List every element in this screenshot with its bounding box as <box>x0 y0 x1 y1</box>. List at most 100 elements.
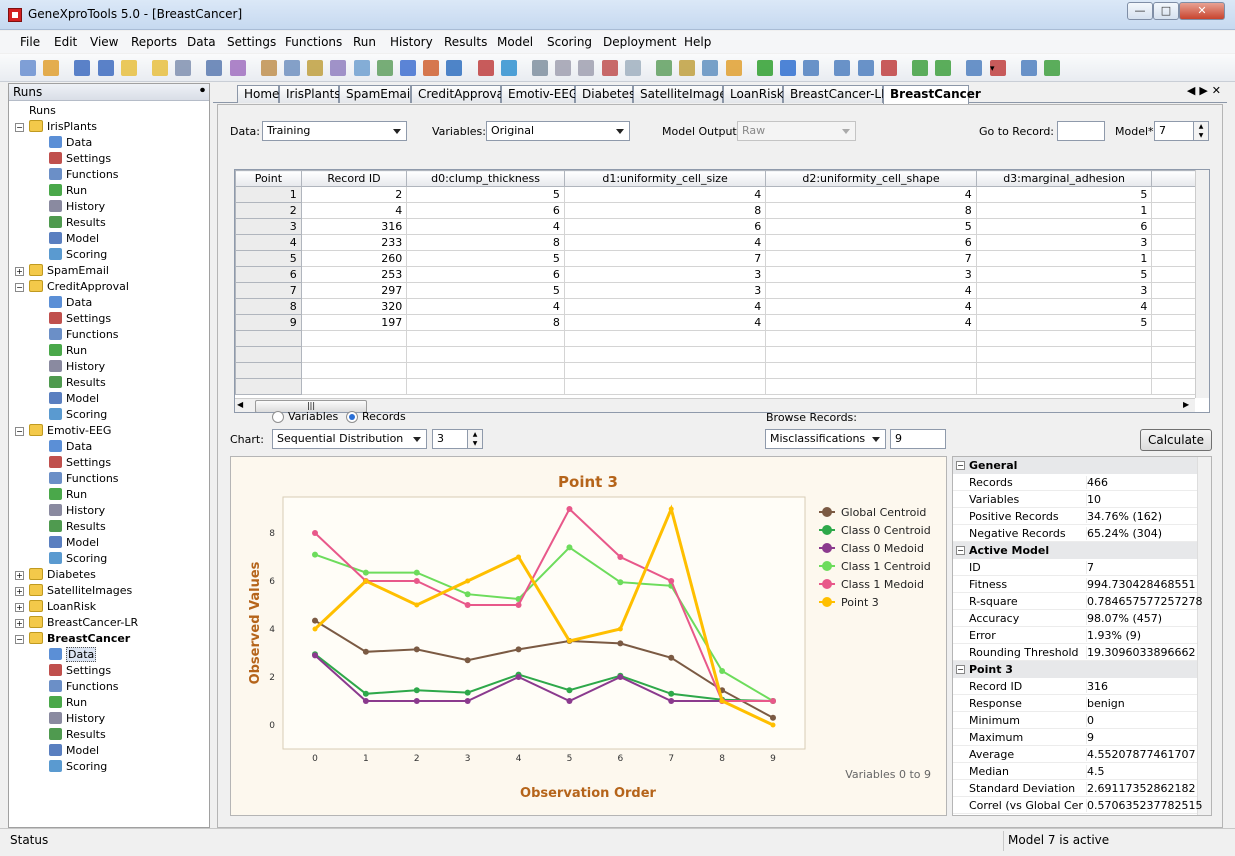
menu-deployment[interactable]: Deployment <box>603 35 676 49</box>
deploy-icon[interactable] <box>423 60 440 76</box>
model-spinner[interactable]: ▲ ▼ <box>1193 121 1209 141</box>
row-header[interactable]: 1 <box>235 186 302 203</box>
row-header[interactable]: 5 <box>235 250 302 267</box>
tree-item-model[interactable]: Model <box>49 744 99 760</box>
table-cell[interactable]: 4 <box>563 314 767 331</box>
tree-item-results[interactable]: Results <box>49 216 106 232</box>
table-row[interactable]: 5 260 5 7 7 1 <box>235 250 1209 267</box>
collapse-icon[interactable]: − <box>956 665 965 674</box>
table-cell[interactable]: 7 <box>563 250 767 267</box>
tab-irisplants[interactable]: IrisPlants <box>279 85 341 103</box>
table-row[interactable]: 7 297 5 3 4 3 <box>235 282 1209 299</box>
tab-breastcancer[interactable]: BreastCancer <box>883 85 981 104</box>
column-header[interactable]: d2:uniformity_cell_shape <box>765 170 977 187</box>
menu-help[interactable]: Help <box>684 35 711 49</box>
menu-edit[interactable]: Edit <box>54 35 77 49</box>
property-row[interactable]: Positive Records 34.76% (162) <box>953 508 1197 525</box>
collapse-icon[interactable]: − <box>15 427 24 436</box>
settings-icon[interactable] <box>260 60 277 76</box>
table-cell[interactable]: 2 <box>300 186 408 203</box>
tree-item-results[interactable]: Results <box>49 520 106 536</box>
toolbar-overflow-icon[interactable]: ▾ <box>990 64 995 74</box>
tree-item-data[interactable]: Data <box>49 647 97 664</box>
tree-item-model[interactable]: Model <box>49 536 99 552</box>
tree-root[interactable]: Runs <box>29 104 56 120</box>
vb-icon[interactable] <box>912 60 928 76</box>
menu-run[interactable]: Run <box>353 35 376 49</box>
property-row[interactable]: Average 4.55207877461707 <box>953 746 1197 763</box>
tab-satelliteimages[interactable]: SatelliteImages <box>633 85 733 103</box>
tree-item-history[interactable]: History <box>49 360 105 376</box>
table-row[interactable]: 9 197 8 4 4 5 <box>235 314 1209 331</box>
folder-icon[interactable] <box>120 60 137 76</box>
gear-icon[interactable] <box>555 60 572 76</box>
table-cell[interactable]: 316 <box>300 218 408 235</box>
menu-model[interactable]: Model <box>497 35 533 49</box>
save-all-icon[interactable] <box>97 60 114 76</box>
table-cell[interactable]: 4 <box>765 282 977 299</box>
property-row[interactable]: R-square 0.784657577257278 <box>953 593 1202 610</box>
chart-type-select[interactable]: Sequential Distribution <box>272 429 427 449</box>
table-cell[interactable]: 4 <box>406 218 565 235</box>
property-row[interactable]: Variables 10 <box>953 491 1197 508</box>
goto-record-input[interactable] <box>1057 121 1105 141</box>
row-header[interactable]: 3 <box>235 218 302 235</box>
tree-item-run[interactable]: Run <box>49 696 87 712</box>
functions-icon[interactable] <box>284 60 300 76</box>
table-cell[interactable]: 6 <box>563 218 767 235</box>
table-cell[interactable]: 7 <box>765 250 977 267</box>
menu-functions[interactable]: Functions <box>285 35 342 49</box>
refresh-icon[interactable] <box>477 60 494 76</box>
property-section[interactable]: − General <box>953 457 1197 474</box>
table-cell[interactable]: 4 <box>765 298 977 315</box>
property-row[interactable]: Record ID 316 <box>953 678 1197 695</box>
add-icon[interactable] <box>756 60 773 76</box>
table-cell[interactable]: 5 <box>406 282 565 299</box>
property-section[interactable]: − Point 3 <box>953 661 1197 678</box>
property-row[interactable]: Standard Deviation 2.69117352862182 <box>953 780 1197 797</box>
table-row[interactable]: 3 316 4 6 5 6 <box>235 218 1209 235</box>
row-header[interactable]: 4 <box>235 234 302 251</box>
chart-icon[interactable] <box>656 60 672 76</box>
scroll-left-arrow-icon[interactable]: ◀ <box>237 400 243 409</box>
collapse-icon[interactable]: − <box>956 546 965 555</box>
tab-loanrisk[interactable]: LoanRisk <box>723 85 784 103</box>
tree-project[interactable]: IrisPlants <box>29 120 97 136</box>
report-icon[interactable] <box>206 60 223 76</box>
tree-item-data[interactable]: Data <box>49 136 92 152</box>
browse-count-input[interactable]: 9 <box>890 429 946 449</box>
history-icon[interactable] <box>330 60 347 76</box>
tree-item-results[interactable]: Results <box>49 728 106 744</box>
tree-project[interactable]: Diabetes <box>29 568 96 584</box>
copy-icon[interactable] <box>175 60 192 76</box>
row-header[interactable]: 7 <box>235 282 302 299</box>
swap-icon[interactable] <box>780 60 796 76</box>
table-cell[interactable]: 4 <box>406 298 565 315</box>
js-icon[interactable] <box>880 60 897 76</box>
table-cell[interactable]: 4 <box>563 298 767 315</box>
table-cell[interactable]: 3 <box>975 282 1153 299</box>
collapse-icon[interactable]: − <box>15 123 24 132</box>
column-header[interactable]: Point <box>235 170 302 187</box>
tree-item-scoring[interactable]: Scoring <box>49 552 107 568</box>
menu-reports[interactable]: Reports <box>131 35 177 49</box>
chart-param-spinner[interactable]: ▲ ▼ <box>467 429 483 449</box>
table-cell[interactable]: 320 <box>300 298 408 315</box>
cs-icon[interactable] <box>935 60 952 76</box>
menu-history[interactable]: History <box>390 35 433 49</box>
table-cell[interactable]: 6 <box>975 218 1153 235</box>
variables-radio[interactable] <box>272 411 284 423</box>
tree-item-run[interactable]: Run <box>49 344 87 360</box>
property-row[interactable]: Correl (vs Global Centroid)0.57063523778… <box>953 797 1202 814</box>
tree-item-settings[interactable]: Settings <box>49 312 111 328</box>
close-button[interactable]: ✕ <box>1179 2 1225 20</box>
model-icon[interactable] <box>376 60 393 76</box>
column-header[interactable]: Record ID <box>300 170 408 187</box>
tab-spamemail[interactable]: SpamEmail <box>339 85 414 103</box>
expand-icon[interactable]: + <box>15 603 24 612</box>
help-icon[interactable] <box>1044 60 1060 76</box>
fn-icon[interactable] <box>966 60 983 76</box>
records-radio[interactable] <box>346 411 358 423</box>
star-icon[interactable] <box>500 60 517 76</box>
table-cell[interactable]: 5 <box>406 250 565 267</box>
